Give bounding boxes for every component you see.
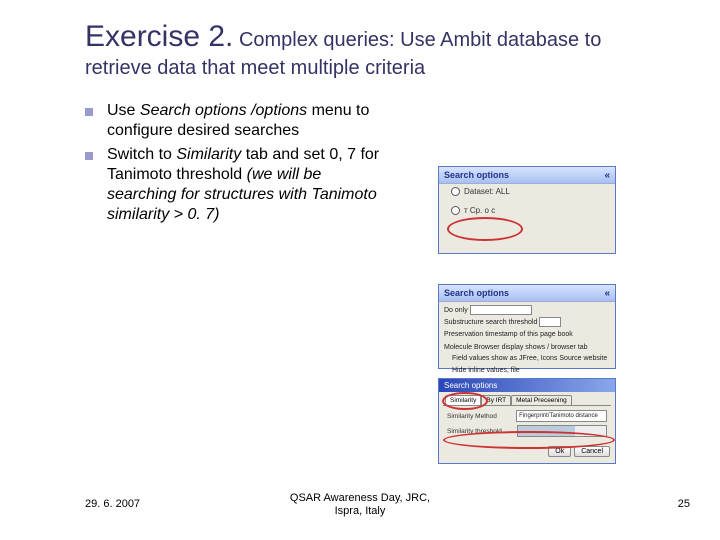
panel1-opt1: Dataset: ALL: [464, 187, 510, 196]
panel1-title-text: Search options: [444, 170, 509, 180]
similarity-method-label: Similarity Method: [447, 413, 516, 420]
footer-line1: QSAR Awareness Day, JRC,: [290, 492, 430, 504]
highlight-oval-icon: [442, 392, 488, 410]
bullet-text: Use Search options /options menu to conf…: [107, 101, 390, 141]
bullet-text: Switch to Similarity tab and set 0, 7 fo…: [107, 145, 390, 225]
p2-r3: Preservation timestamp of this page book: [444, 331, 573, 338]
slide-number: 25: [678, 498, 690, 510]
panel2-titlebar: Search options «: [439, 285, 615, 302]
panel3-title-text: Search options: [444, 381, 497, 390]
panel3-titlebar: Search options: [439, 379, 615, 392]
search-options-panel-medium: Search options « Do only Substructure se…: [438, 284, 616, 369]
search-options-panel-small: Search options « Dataset: ALL т Ср. о с: [438, 166, 616, 254]
highlight-oval-icon: [443, 431, 615, 449]
collapse-icon: «: [604, 170, 610, 181]
highlight-oval-icon: [447, 217, 523, 241]
list-item: Use Search options /options menu to conf…: [85, 101, 390, 141]
bullet-list: Use Search options /options menu to conf…: [85, 101, 390, 225]
p2-r4b: Field values show as JFree, Icons Source…: [452, 355, 607, 362]
radio-icon: [451, 206, 460, 215]
title-exercise: Exercise 2.: [85, 20, 233, 53]
bullet-icon: [85, 108, 93, 116]
panel1-titlebar: Search options «: [439, 167, 615, 184]
panel2-title-text: Search options: [444, 288, 509, 298]
panel1-option-dataset: Dataset: ALL: [451, 187, 615, 196]
collapse-icon: «: [604, 288, 610, 299]
panel2-body: Do only Substructure search threshold Pr…: [439, 302, 615, 380]
similarity-method-field[interactable]: Fingerprint/Tanimoto distance: [516, 410, 607, 422]
search-options-dialog: Search options Similarity By IRT Metal P…: [438, 378, 616, 464]
tab-metal[interactable]: Metal Preceening: [511, 395, 572, 405]
footer-center: QSAR Awareness Day, JRC, Ispra, Italy: [0, 492, 720, 518]
panel1-option-2: т Ср. о с: [451, 206, 615, 215]
list-item: Switch to Similarity tab and set 0, 7 fo…: [85, 145, 390, 225]
cancel-button[interactable]: Cancel: [574, 446, 610, 457]
panel1-opt2: т Ср. о с: [464, 206, 495, 215]
slide-title: Exercise 2. Complex queries: Use Ambit d…: [85, 18, 670, 81]
p2-r4c: Hide inline values, file: [452, 367, 520, 374]
p2-r1: Do only: [444, 307, 468, 314]
radio-icon: [451, 187, 460, 196]
p2-r2: Substructure search threshold: [444, 319, 537, 326]
field: [539, 317, 561, 327]
footer-line2: Ispra, Italy: [335, 505, 386, 517]
bullet-icon: [85, 152, 93, 160]
field: [470, 305, 532, 315]
p2-r4a: Molecule Browser display shows / browser…: [444, 344, 588, 351]
